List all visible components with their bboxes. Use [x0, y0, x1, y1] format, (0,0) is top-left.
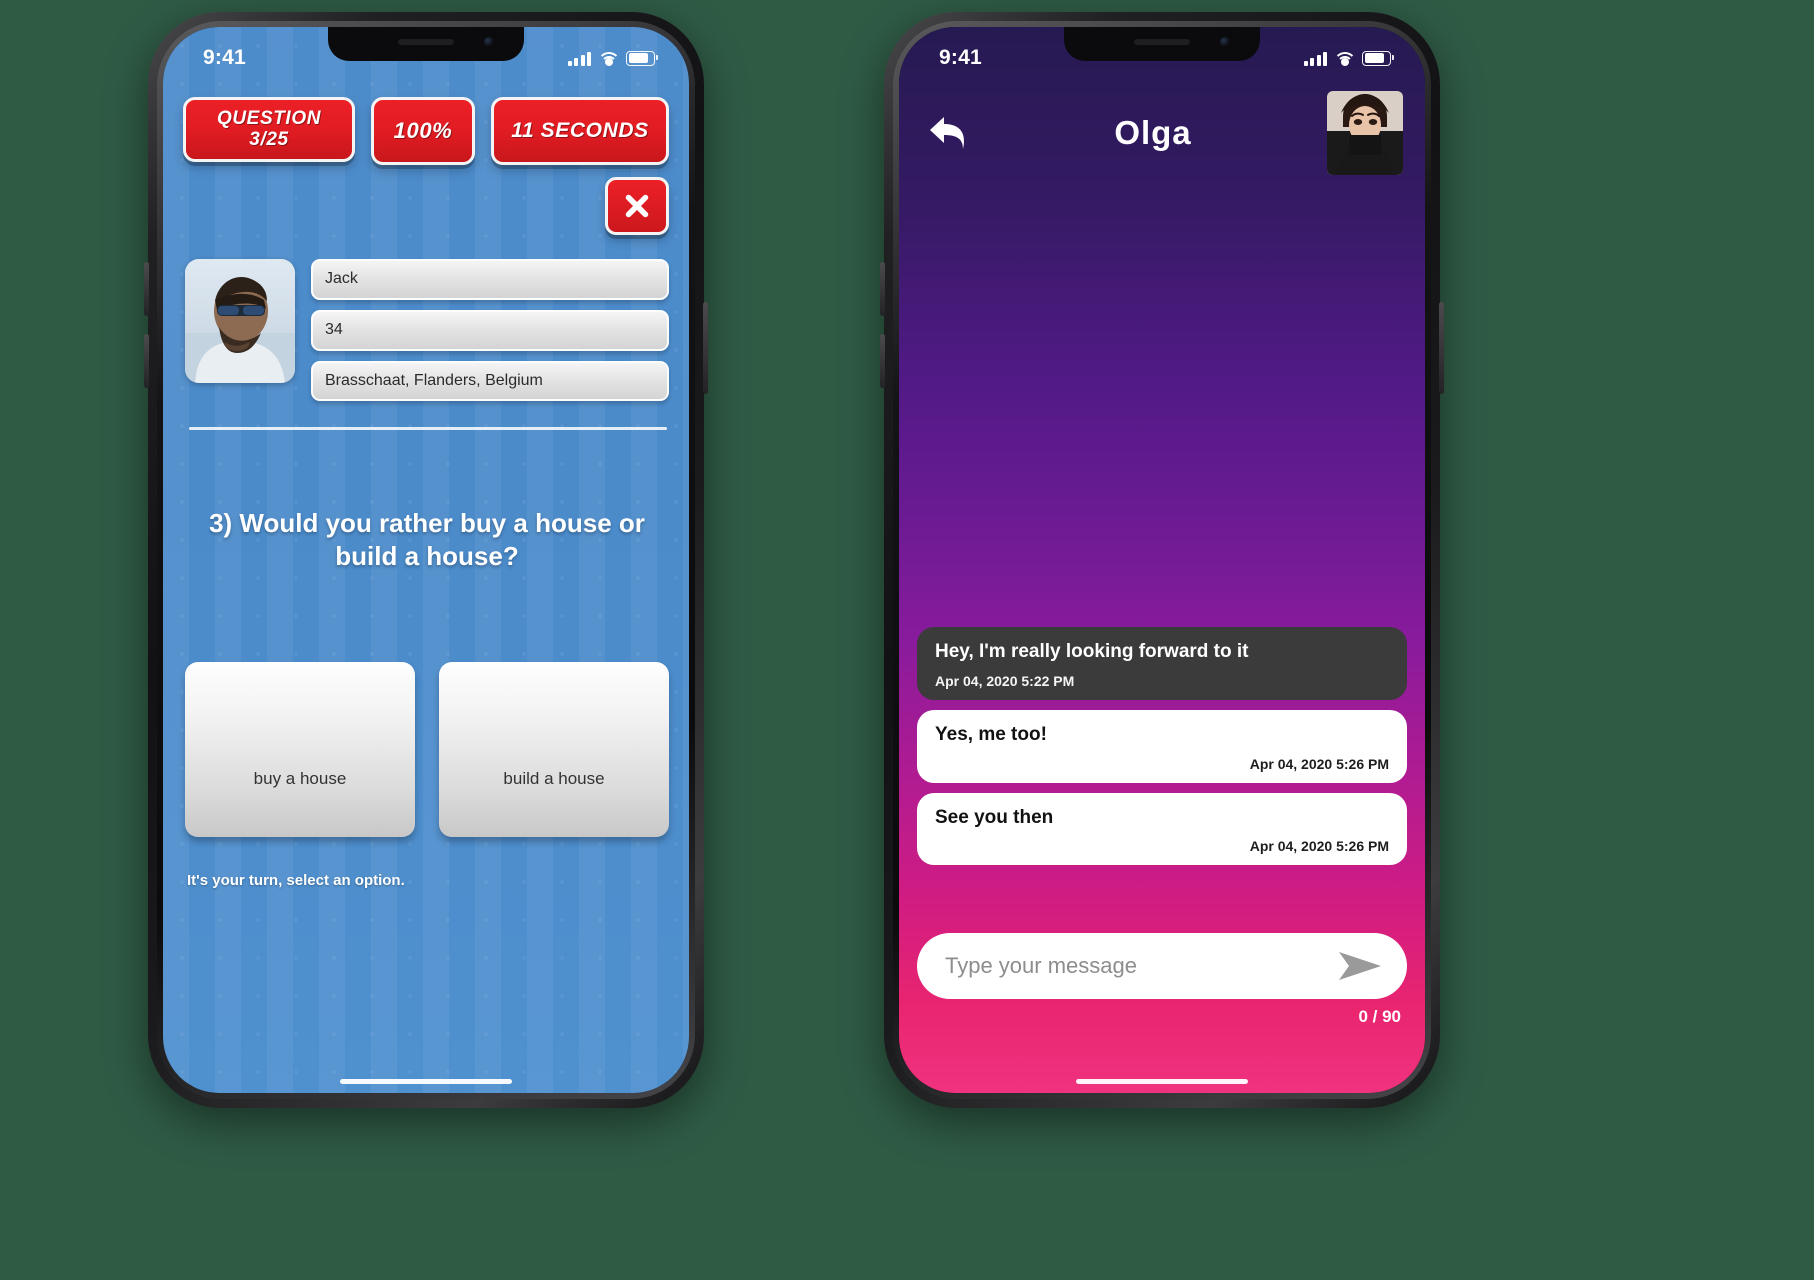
question-counter-badge: QUESTION 3/25 [183, 97, 355, 163]
question-counter-value: 3/25 [249, 128, 289, 150]
battery-icon [626, 50, 658, 66]
volume-buttons-3 [880, 262, 885, 316]
status-time: 9:41 [203, 46, 246, 69]
player-photo-icon [185, 259, 295, 383]
turn-status-text: It's your turn, select an option. [187, 872, 405, 889]
wifi-icon [597, 51, 620, 66]
answer-option-1[interactable]: buy a house [185, 662, 415, 837]
volume-buttons-2 [144, 334, 149, 388]
profile-name-field: Jack [311, 259, 669, 300]
message-text: See you then [935, 806, 1054, 828]
compose-box [917, 933, 1407, 999]
cellular-signal-icon-2 [1303, 51, 1327, 66]
answer-options: buy a house build a house [185, 662, 669, 837]
close-icon [625, 194, 649, 218]
wifi-icon-2 [1333, 51, 1356, 66]
profile-fields: Jack 34 Brasschaat, Flanders, Belgium [311, 259, 669, 402]
answer-option-2[interactable]: build a house [439, 662, 669, 837]
screenshot-stage: 9:41 QUESTION 3/25 100% 11 SECONDS Jack … [0, 0, 1814, 1280]
chat-content: Olga Hey, I'm really looking forward to … [899, 27, 1425, 1093]
profile-location-field: Brasschaat, Flanders, Belgium [311, 360, 669, 402]
volume-buttons-4 [880, 334, 885, 388]
avatar [185, 259, 295, 383]
battery-icon-2 [1362, 50, 1394, 66]
page-title: Olga [1114, 114, 1192, 151]
message-timestamp: Apr 04, 2020 5:26 PM [1249, 755, 1389, 772]
message-bubble-outgoing: See you then Apr 04, 2020 5:26 PM [917, 792, 1407, 866]
quiz-badge-row: QUESTION 3/25 100% 11 SECONDS [183, 97, 669, 165]
quiz-screen: 9:41 QUESTION 3/25 100% 11 SECONDS Jack … [163, 27, 689, 1093]
character-counter: 0 / 90 [1358, 1007, 1401, 1026]
close-button[interactable] [605, 177, 669, 235]
quiz-content: QUESTION 3/25 100% 11 SECONDS Jack 34 Br… [163, 27, 689, 1093]
status-time-2: 9:41 [939, 46, 982, 69]
chat-screen: 9:41 Olga Hey, I'm really looking forwar… [899, 27, 1425, 1093]
message-timestamp: Apr 04, 2020 5:26 PM [1249, 838, 1389, 855]
score-percent-badge: 100% [371, 97, 475, 165]
contact-avatar[interactable] [1327, 91, 1403, 175]
message-composer: 0 / 90 [917, 933, 1407, 1027]
message-timestamp: Apr 04, 2020 5:22 PM [935, 672, 1075, 689]
power-button-2 [1439, 302, 1444, 394]
back-button[interactable] [921, 107, 979, 159]
home-indicator[interactable] [340, 1079, 512, 1084]
front-camera-icon-2 [1220, 37, 1230, 47]
message-text: Yes, me too! [935, 723, 1047, 745]
question-text: 3) Would you rather buy a house or build… [209, 508, 645, 572]
send-arrow-icon[interactable] [1335, 949, 1385, 983]
status-indicators [567, 50, 658, 66]
player-profile: Jack 34 Brasschaat, Flanders, Belgium [185, 259, 669, 402]
question-counter-label: QUESTION [216, 108, 322, 129]
profile-age-field: 34 [311, 309, 669, 351]
cellular-signal-icon [567, 51, 591, 66]
earpiece-speaker-2 [1134, 39, 1190, 45]
chat-header: Olga [899, 85, 1425, 181]
chat-phone-mockup: 9:41 Olga Hey, I'm really looking forwar… [880, 12, 1444, 1108]
message-input[interactable] [943, 952, 1335, 980]
message-text: Hey, I'm really looking forward to it [935, 641, 1249, 662]
notch [328, 27, 524, 61]
back-arrow-icon [930, 117, 964, 149]
message-bubble-outgoing: Yes, me too! Apr 04, 2020 5:26 PM [917, 709, 1407, 783]
earpiece-speaker [398, 39, 454, 45]
power-button [703, 302, 708, 394]
status-indicators-2 [1303, 50, 1394, 66]
front-camera-icon [484, 37, 494, 47]
home-indicator-2[interactable] [1076, 1079, 1248, 1084]
message-bubble-incoming: Hey, I'm really looking forward to it Ap… [917, 627, 1407, 700]
quiz-phone-mockup: 9:41 QUESTION 3/25 100% 11 SECONDS Jack … [144, 12, 708, 1108]
section-divider [189, 427, 667, 430]
timer-badge: 11 SECONDS [491, 97, 669, 165]
volume-buttons [144, 262, 149, 316]
notch-2 [1064, 27, 1260, 61]
message-list: Hey, I'm really looking forward to it Ap… [917, 627, 1407, 866]
contact-photo-icon [1327, 91, 1403, 175]
